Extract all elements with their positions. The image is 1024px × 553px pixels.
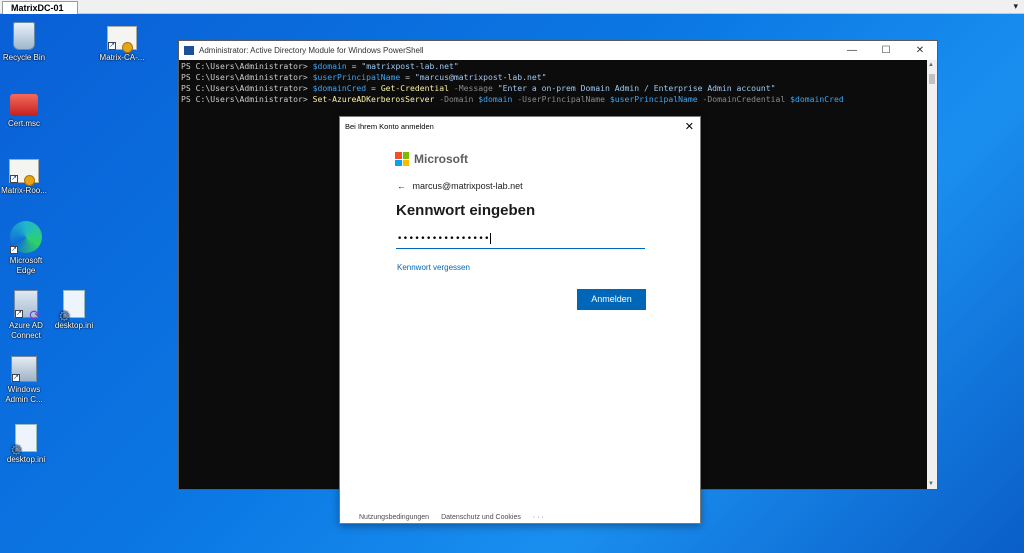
variable: $domainCred [312,83,367,93]
azure-ad-connect-icon: ↗ [14,290,41,320]
console-line: PS C:\Users\Administrator> $domainCred =… [181,83,935,94]
shortcut-arrow-icon: ↗ [10,246,18,254]
prompt: PS C:\Users\Administrator> [181,61,313,71]
password-mask: •••••••••••••••• [397,234,490,244]
signin-button[interactable]: Anmelden [577,289,646,310]
minimize-button[interactable]: — [835,41,869,60]
shortcut-arrow-icon: ↗ [15,310,23,318]
logo-square [402,152,409,159]
windows-admin-center-icon: ↗ [11,356,37,382]
back-arrow-icon[interactable]: ← [397,181,406,191]
settings-file-icon [58,290,85,321]
window-title: Administrator: Active Directory Module f… [199,46,424,55]
variable: $domainCred [790,94,844,104]
string: "marcus@matrixpost-lab.net" [414,72,547,82]
desktop-icon-label: desktop.ini [54,321,94,330]
variable: $domain [312,61,347,71]
desktop-icon-desktop-ini-2[interactable]: desktop.ini [0,424,56,465]
desktop-icon-label: Windows Admin C... [5,385,43,404]
shortcut-arrow-icon: ↗ [10,175,18,183]
chevron-down-icon[interactable]: ▾ [1013,1,1018,12]
variable: $userPrincipalName [609,94,698,104]
scrollbar-thumb[interactable] [929,74,935,84]
vertical-scrollbar[interactable]: ▲ ▼ [927,60,937,489]
desktop-icon-cert-msc[interactable]: Cert.msc [0,88,54,129]
dialog-footer: Nutzungsbedingungen Datenschutz und Cook… [359,514,544,521]
account-email: marcus@matrixpost-lab.net [412,181,523,191]
desktop-icon-matrix-root[interactable]: ↗ Matrix-Roo... [0,155,54,196]
logo-square [395,152,402,159]
desktop-icon-edge[interactable]: ↗ Microsoft Edge [0,221,58,276]
dialog-title: Bei Ihrem Konto anmelden [345,122,434,131]
scroll-down-icon[interactable]: ▼ [928,481,934,487]
logo-square [402,159,409,166]
close-button[interactable]: ✕ [903,41,937,60]
string: "matrixpost-lab.net" [361,61,459,71]
more-options-button[interactable]: · · · [533,514,544,521]
desktop-icon-label: Matrix-Roo... [1,186,47,195]
desktop-icon-label: Microsoft Edge [9,256,43,275]
rdp-session-tab[interactable]: MatrixDC-01 [2,1,78,14]
scroll-up-icon[interactable]: ▲ [928,62,934,68]
console-line: PS C:\Users\Administrator> Set-AzureADKe… [181,94,935,105]
privacy-link[interactable]: Datenschutz und Cookies [441,514,521,521]
microsoft-logo: Microsoft [395,152,468,166]
desktop-icon-desktop-ini[interactable]: desktop.ini [44,290,104,331]
operator: = [400,72,415,82]
certificate-icon: ↗ [107,26,137,53]
parameter: -Message [449,83,498,93]
terms-link[interactable]: Nutzungsbedingungen [359,514,429,521]
desktop-icon-windows-admin-center[interactable]: ↗ Windows Admin C... [0,356,54,405]
shortcut-arrow-icon: ↗ [12,374,20,382]
desktop-icon-label: Matrix-CA-... [99,53,145,62]
powershell-icon [184,46,194,55]
page-title: Kennwort eingeben [396,202,536,219]
console-line: PS C:\Users\Administrator> $userPrincipa… [181,72,935,83]
operator: = [366,83,381,93]
prompt: PS C:\Users\Administrator> [181,94,313,104]
account-identity[interactable]: ← marcus@matrixpost-lab.net [397,181,523,191]
parameter: -DomainCredential [697,94,791,104]
microsoft-squares-icon [395,152,409,166]
window-titlebar[interactable]: Administrator: Active Directory Module f… [179,41,937,60]
logo-square [395,159,402,166]
parameter: -UserPrincipalName [512,94,610,104]
text-caret [489,233,491,244]
variable: $domain [478,94,513,104]
operator: = [346,61,362,71]
variable: $userPrincipalName [312,72,401,82]
forgot-password-link[interactable]: Kennwort vergessen [397,263,470,272]
cmdlet: Get-Credential [380,83,450,93]
rdp-connection-bar: MatrixDC-01 ▾ [0,0,1024,14]
prompt: PS C:\Users\Administrator> [181,83,313,93]
shortcut-arrow-icon: ↗ [108,42,116,50]
toolbox-icon [10,94,38,116]
recycle-bin-icon [13,22,35,50]
desktop-icon-label: Recycle Bin [2,53,46,62]
desktop-icon-label: Azure AD Connect [9,321,43,340]
certificate-icon: ↗ [9,159,39,186]
console-line: PS C:\Users\Administrator> $domain = "ma… [181,61,935,72]
signin-dialog[interactable]: Bei Ihrem Konto anmelden ✕ Microsoft ← m… [339,116,701,524]
password-field[interactable]: •••••••••••••••• [396,229,645,249]
maximize-button[interactable]: ☐ [869,41,903,60]
string: "Enter a on-prem Domain Admin / Enterpri… [497,83,776,93]
edge-browser-icon: ↗ [10,221,42,254]
console-output[interactable]: PS C:\Users\Administrator> $domain = "ma… [179,60,937,106]
parameter: -Domain [434,94,479,104]
brand-name: Microsoft [414,152,468,166]
close-icon[interactable]: ✕ [685,117,694,137]
desktop-icon-recycle-bin[interactable]: Recycle Bin [0,22,54,63]
prompt: PS C:\Users\Administrator> [181,72,313,82]
cmdlet: Set-AzureADKerberosServer [312,94,435,104]
settings-file-icon [10,424,37,455]
dialog-titlebar: Bei Ihrem Konto anmelden ✕ [340,117,700,137]
desktop-icon-label: Cert.msc [8,119,40,128]
desktop-icon-label: desktop.ini [6,455,46,464]
desktop-icon-matrix-ca[interactable]: ↗ Matrix-CA-... [92,22,152,63]
